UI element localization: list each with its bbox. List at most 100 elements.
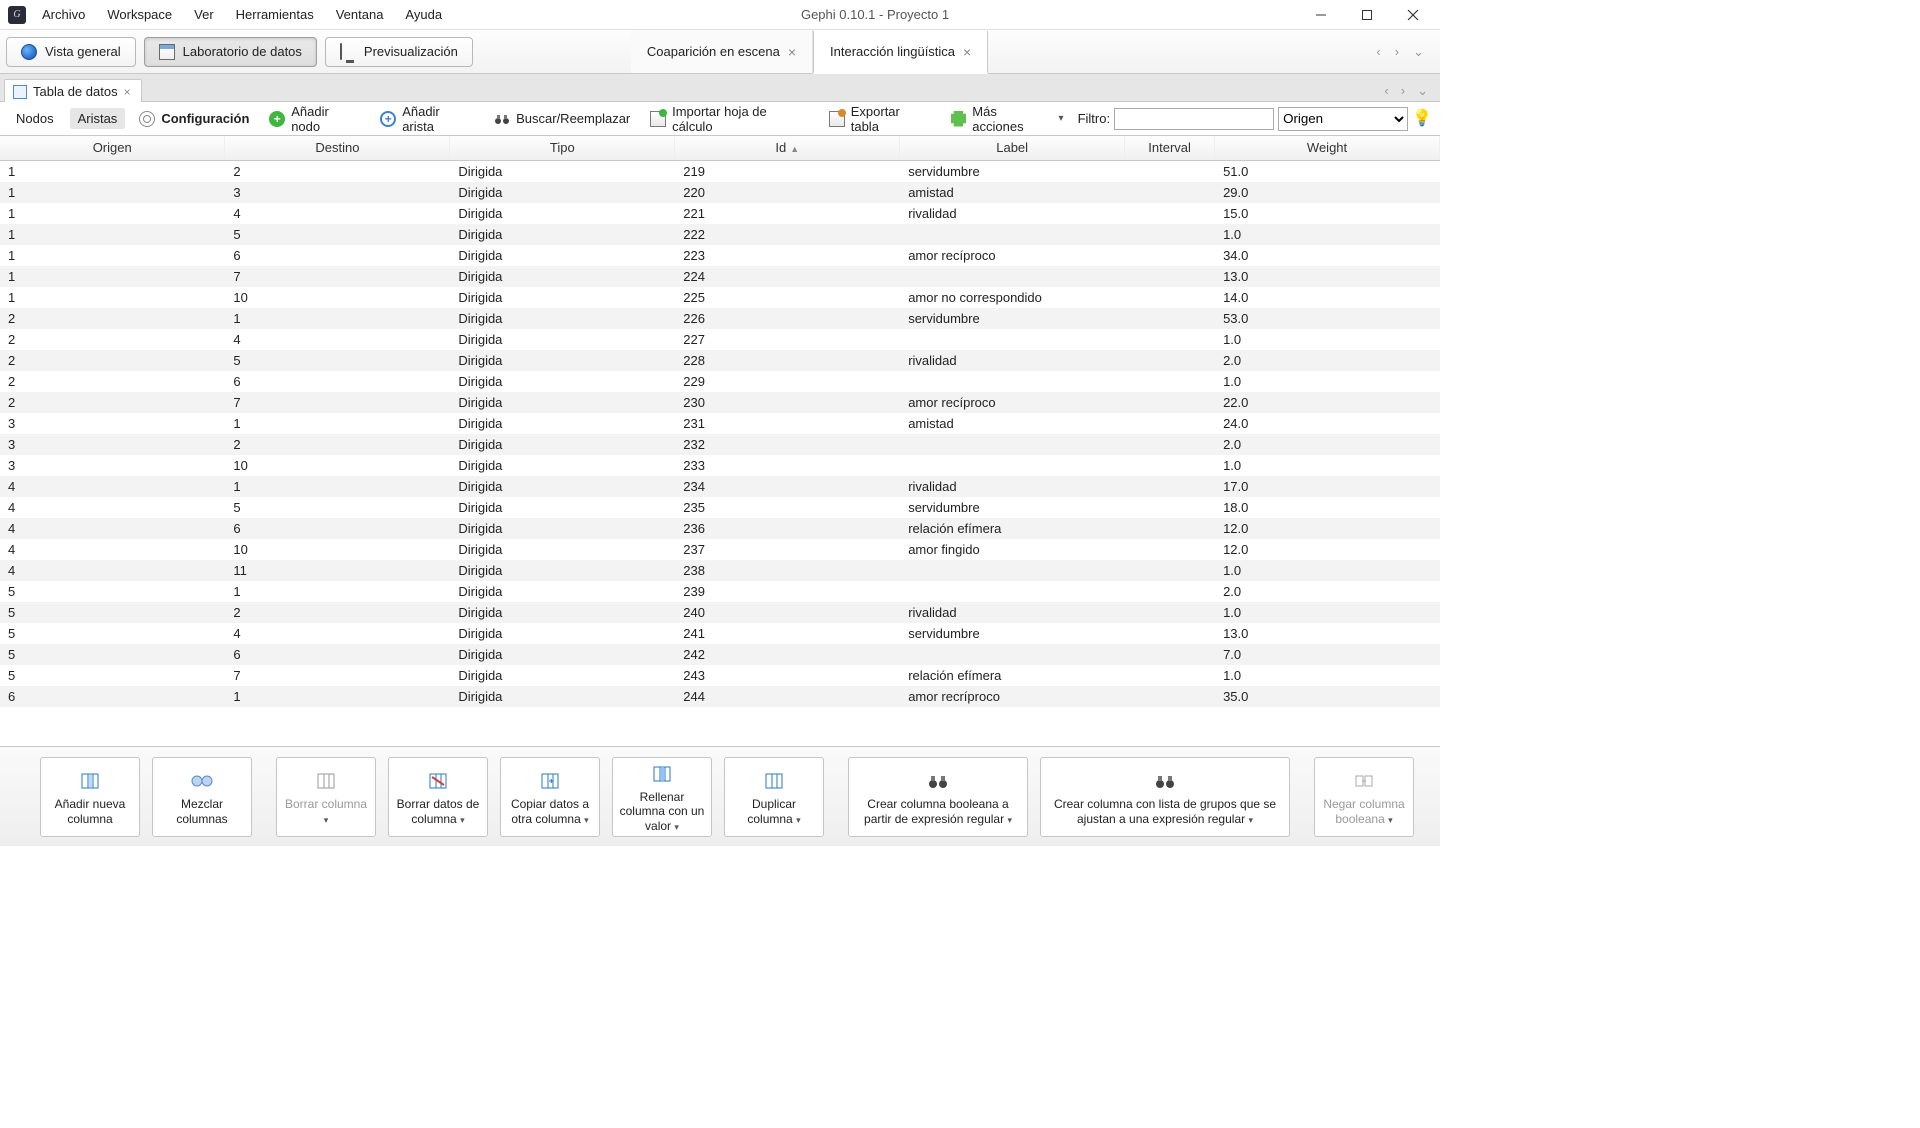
cell-interval[interactable] [1125, 476, 1215, 497]
cell-interval[interactable] [1125, 455, 1215, 476]
cell-interval[interactable] [1125, 266, 1215, 287]
cell-tipo[interactable]: Dirigida [450, 644, 675, 665]
cell-label[interactable]: relación efímera [900, 518, 1125, 539]
cell-id[interactable]: 240 [675, 602, 900, 623]
cell-id[interactable]: 230 [675, 392, 900, 413]
cell-label[interactable] [900, 266, 1125, 287]
cell-interval[interactable] [1125, 224, 1215, 245]
cell-origen[interactable]: 2 [0, 392, 225, 413]
table-row[interactable]: 57Dirigida243relación efímera1.0 [0, 665, 1440, 686]
cell-origen[interactable]: 1 [0, 266, 225, 287]
create-bool-regex-button[interactable]: Crear columna booleana a partir de expre… [848, 757, 1028, 837]
cell-destino[interactable]: 6 [225, 644, 450, 665]
nav-prev-icon[interactable]: ‹ [1372, 42, 1384, 62]
cell-label[interactable] [900, 434, 1125, 455]
cell-destino[interactable]: 2 [225, 160, 450, 182]
cell-destino[interactable]: 1 [225, 413, 450, 434]
cell-origen[interactable]: 3 [0, 434, 225, 455]
cell-tipo[interactable]: Dirigida [450, 266, 675, 287]
cell-interval[interactable] [1125, 644, 1215, 665]
mode-preview-button[interactable]: Previsualización [325, 37, 473, 67]
cell-interval[interactable] [1125, 203, 1215, 224]
cell-origen[interactable]: 5 [0, 602, 225, 623]
cell-origen[interactable]: 5 [0, 623, 225, 644]
merge-columns-button[interactable]: Mezclar columnas [152, 757, 252, 837]
cell-interval[interactable] [1125, 686, 1215, 707]
cell-weight[interactable]: 1.0 [1215, 665, 1440, 686]
add-node-button[interactable]: + Añadir nodo [263, 101, 366, 137]
cell-weight[interactable]: 7.0 [1215, 644, 1440, 665]
cell-origen[interactable]: 1 [0, 203, 225, 224]
cell-tipo[interactable]: Dirigida [450, 371, 675, 392]
table-row[interactable]: 45Dirigida235servidumbre18.0 [0, 497, 1440, 518]
cell-origen[interactable]: 4 [0, 539, 225, 560]
cell-tipo[interactable]: Dirigida [450, 476, 675, 497]
cell-interval[interactable] [1125, 245, 1215, 266]
cell-interval[interactable] [1125, 497, 1215, 518]
col-header-interval[interactable]: Interval [1125, 136, 1215, 160]
close-icon[interactable]: × [963, 44, 971, 60]
table-row[interactable]: 31Dirigida231amistad24.0 [0, 413, 1440, 434]
table-row[interactable]: 46Dirigida236relación efímera12.0 [0, 518, 1440, 539]
menu-herramientas[interactable]: Herramientas [226, 3, 324, 26]
cell-id[interactable]: 244 [675, 686, 900, 707]
cell-destino[interactable]: 1 [225, 581, 450, 602]
cell-label[interactable]: rivalidad [900, 203, 1125, 224]
col-header-destino[interactable]: Destino [225, 136, 450, 160]
cell-interval[interactable] [1125, 434, 1215, 455]
mode-overview-button[interactable]: Vista general [6, 37, 136, 67]
cell-weight[interactable]: 1.0 [1215, 224, 1440, 245]
table-row[interactable]: 411Dirigida2381.0 [0, 560, 1440, 581]
cell-tipo[interactable]: Dirigida [450, 581, 675, 602]
cell-id[interactable]: 222 [675, 224, 900, 245]
cell-weight[interactable]: 35.0 [1215, 686, 1440, 707]
cell-destino[interactable]: 4 [225, 203, 450, 224]
fill-column-button[interactable]: Rellenar columna con un valor ▾ [612, 757, 712, 837]
table-row[interactable]: 27Dirigida230amor recíproco22.0 [0, 392, 1440, 413]
cell-label[interactable]: rivalidad [900, 476, 1125, 497]
cell-id[interactable]: 242 [675, 644, 900, 665]
cell-weight[interactable]: 1.0 [1215, 371, 1440, 392]
cell-weight[interactable]: 1.0 [1215, 560, 1440, 581]
cell-label[interactable] [900, 560, 1125, 581]
cell-origen[interactable]: 2 [0, 329, 225, 350]
cell-id[interactable]: 226 [675, 308, 900, 329]
col-header-tipo[interactable]: Tipo [450, 136, 675, 160]
cell-weight[interactable]: 18.0 [1215, 497, 1440, 518]
table-row[interactable]: 14Dirigida221rivalidad15.0 [0, 203, 1440, 224]
cell-destino[interactable]: 10 [225, 539, 450, 560]
table-row[interactable]: 52Dirigida240rivalidad1.0 [0, 602, 1440, 623]
cell-weight[interactable]: 1.0 [1215, 329, 1440, 350]
col-header-label[interactable]: Label [900, 136, 1125, 160]
duplicate-column-button[interactable]: Duplicar columna ▾ [724, 757, 824, 837]
cell-origen[interactable]: 1 [0, 245, 225, 266]
cell-id[interactable]: 238 [675, 560, 900, 581]
cell-interval[interactable] [1125, 539, 1215, 560]
cell-destino[interactable]: 1 [225, 476, 450, 497]
workspace-tab-coaparicion[interactable]: Coaparición en escena × [631, 30, 813, 73]
cell-destino[interactable]: 4 [225, 329, 450, 350]
filter-column-select[interactable]: Origen [1278, 107, 1408, 131]
data-table-wrap[interactable]: Origen Destino Tipo Id▲ Label Interval W… [0, 136, 1440, 746]
cell-destino[interactable]: 4 [225, 623, 450, 644]
cell-label[interactable]: amor fingido [900, 539, 1125, 560]
cell-destino[interactable]: 2 [225, 434, 450, 455]
cell-id[interactable]: 228 [675, 350, 900, 371]
cell-tipo[interactable]: Dirigida [450, 182, 675, 203]
table-row[interactable]: 21Dirigida226servidumbre53.0 [0, 308, 1440, 329]
cell-origen[interactable]: 4 [0, 560, 225, 581]
cell-tipo[interactable]: Dirigida [450, 160, 675, 182]
menu-ayuda[interactable]: Ayuda [395, 3, 452, 26]
cell-tipo[interactable]: Dirigida [450, 539, 675, 560]
cell-origen[interactable]: 5 [0, 644, 225, 665]
lightbulb-icon[interactable]: 💡 [1412, 111, 1432, 127]
cell-weight[interactable]: 1.0 [1215, 602, 1440, 623]
table-row[interactable]: 32Dirigida2322.0 [0, 434, 1440, 455]
cell-tipo[interactable]: Dirigida [450, 560, 675, 581]
cell-destino[interactable]: 2 [225, 602, 450, 623]
cell-weight[interactable]: 15.0 [1215, 203, 1440, 224]
nav-next-icon[interactable]: › [1397, 81, 1409, 101]
close-icon[interactable]: × [124, 85, 131, 99]
cell-id[interactable]: 221 [675, 203, 900, 224]
cell-weight[interactable]: 2.0 [1215, 434, 1440, 455]
